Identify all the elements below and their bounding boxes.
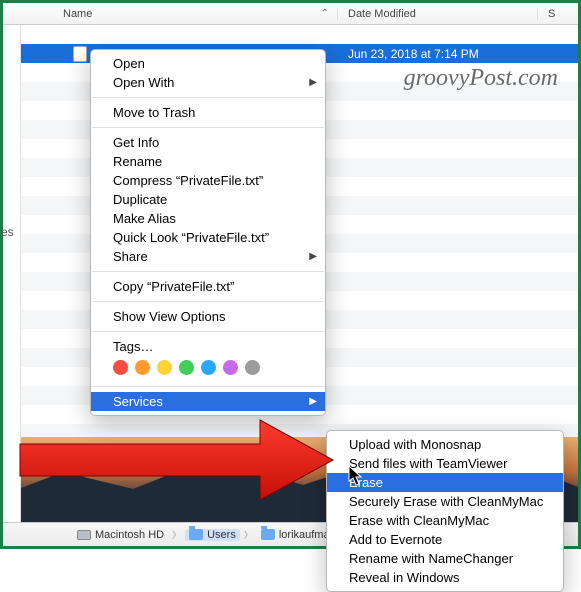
path-label: Users (207, 529, 236, 541)
column-size-label: S (548, 8, 555, 20)
menu-label: Send files with TeamViewer (349, 456, 508, 471)
menu-label: Rename with NameChanger (349, 551, 513, 566)
tag-color-row (91, 356, 325, 381)
menu-label: Erase (349, 475, 383, 490)
context-menu: Open Open With ▶ Move to Trash Get Info R… (90, 49, 326, 416)
disk-icon (77, 530, 91, 540)
menu-move-to-trash[interactable]: Move to Trash (91, 103, 325, 122)
menu-share[interactable]: Share ▶ (91, 247, 325, 266)
services-add-to-evernote[interactable]: Add to Evernote (327, 530, 563, 549)
menu-label: Duplicate (113, 192, 167, 207)
menu-compress[interactable]: Compress “PrivateFile.txt” (91, 171, 325, 190)
menu-label: Move to Trash (113, 105, 195, 120)
menu-duplicate[interactable]: Duplicate (91, 190, 325, 209)
table-row[interactable] (3, 25, 578, 44)
services-upload-monosnap[interactable]: Upload with Monosnap (327, 435, 563, 454)
menu-separator (92, 331, 324, 332)
menu-label: Quick Look “PrivateFile.txt” (113, 230, 269, 245)
path-segment-disk[interactable]: Macintosh HD (73, 529, 168, 541)
tag-dot-orange[interactable] (135, 360, 150, 375)
menu-label: Add to Evernote (349, 532, 442, 547)
menu-rename[interactable]: Rename (91, 152, 325, 171)
menu-get-info[interactable]: Get Info (91, 133, 325, 152)
sidebar-sliver: es (3, 25, 21, 546)
column-date-modified[interactable]: Date Modified (338, 8, 538, 20)
menu-separator (92, 386, 324, 387)
menu-label: Compress “PrivateFile.txt” (113, 173, 263, 188)
tag-dot-yellow[interactable] (157, 360, 172, 375)
menu-label: Show View Options (113, 309, 226, 324)
chevron-right-icon: ▶ (309, 396, 317, 407)
folder-icon (261, 529, 275, 540)
menu-label: Open (113, 56, 145, 71)
menu-tags[interactable]: Tags… (91, 337, 325, 356)
menu-label: Tags… (113, 339, 153, 354)
path-label: Macintosh HD (95, 529, 164, 541)
menu-copy[interactable]: Copy “PrivateFile.txt” (91, 277, 325, 296)
chevron-right-icon: ▶ (309, 77, 317, 88)
services-rename-namechanger[interactable]: Rename with NameChanger (327, 549, 563, 568)
menu-label: Share (113, 249, 148, 264)
menu-label: Securely Erase with CleanMyMac (349, 494, 543, 509)
services-send-teamviewer[interactable]: Send files with TeamViewer (327, 454, 563, 473)
chevron-right-icon: 〉 (172, 528, 181, 541)
menu-view-options[interactable]: Show View Options (91, 307, 325, 326)
menu-label: Services (113, 394, 163, 409)
services-erase[interactable]: Erase (327, 473, 563, 492)
chevron-right-icon: ▶ (309, 251, 317, 262)
column-name-label: Name (63, 8, 92, 20)
services-submenu: Upload with Monosnap Send files with Tea… (326, 430, 564, 592)
column-header-row: Name ⌃ Date Modified S (3, 3, 578, 25)
tag-dot-green[interactable] (179, 360, 194, 375)
menu-open[interactable]: Open (91, 54, 325, 73)
folder-icon (189, 529, 203, 540)
sort-ascending-icon: ⌃ (321, 8, 329, 19)
tag-dot-purple[interactable] (223, 360, 238, 375)
date-cell: Jun 23, 2018 at 7:14 PM (338, 47, 538, 61)
menu-label: Reveal in Windows (349, 570, 460, 585)
sidebar-fragment-text: es (1, 225, 14, 239)
menu-label: Make Alias (113, 211, 176, 226)
column-size[interactable]: S (538, 8, 578, 20)
menu-label: Erase with CleanMyMac (349, 513, 489, 528)
file-icon (73, 46, 87, 62)
menu-open-with[interactable]: Open With ▶ (91, 73, 325, 92)
menu-separator (92, 301, 324, 302)
menu-separator (92, 271, 324, 272)
menu-make-alias[interactable]: Make Alias (91, 209, 325, 228)
services-reveal-windows[interactable]: Reveal in Windows (327, 568, 563, 587)
menu-separator (92, 97, 324, 98)
menu-label: Rename (113, 154, 162, 169)
services-erase-cleanmymac[interactable]: Erase with CleanMyMac (327, 511, 563, 530)
column-name[interactable]: Name ⌃ (53, 8, 338, 20)
menu-separator (92, 127, 324, 128)
menu-label: Upload with Monosnap (349, 437, 481, 452)
path-segment-users[interactable]: Users (185, 529, 240, 541)
menu-label: Get Info (113, 135, 159, 150)
tag-dot-blue[interactable] (201, 360, 216, 375)
menu-services[interactable]: Services ▶ (91, 392, 325, 411)
menu-quick-look[interactable]: Quick Look “PrivateFile.txt” (91, 228, 325, 247)
tag-dot-gray[interactable] (245, 360, 260, 375)
tag-dot-red[interactable] (113, 360, 128, 375)
services-secure-erase[interactable]: Securely Erase with CleanMyMac (327, 492, 563, 511)
column-date-label: Date Modified (348, 8, 416, 20)
menu-label: Open With (113, 75, 174, 90)
chevron-right-icon: 〉 (244, 528, 253, 541)
menu-label: Copy “PrivateFile.txt” (113, 279, 234, 294)
